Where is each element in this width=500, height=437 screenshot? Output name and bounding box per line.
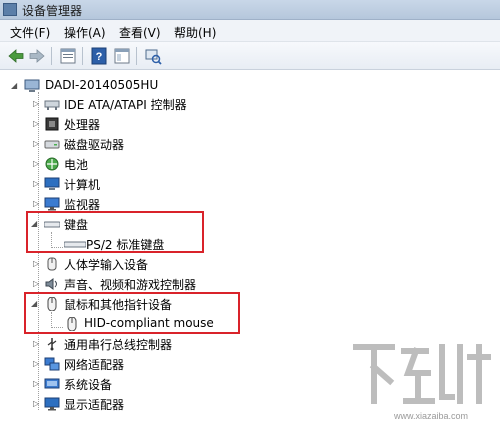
collapse-triangle-icon[interactable]: ◢: [11, 81, 19, 91]
disk-drive-icon: [44, 137, 60, 151]
expand-triangle-icon[interactable]: ▷: [33, 179, 41, 189]
tree-root-label: DADI-20140505HU: [45, 78, 159, 92]
properties-icon[interactable]: [58, 46, 78, 66]
tree-item-sound[interactable]: ▷ 声音、视频和游戏控制器: [0, 274, 240, 294]
expand-triangle-icon[interactable]: ▷: [33, 339, 41, 349]
highlight-box-keyboard: [26, 211, 204, 253]
help-icon[interactable]: ?: [89, 46, 109, 66]
menu-action[interactable]: 操作(A): [64, 24, 106, 41]
toolbar-separator: [82, 47, 83, 65]
tree-item-label: 人体学输入设备: [64, 258, 149, 272]
tree-item-network[interactable]: ▷ 网络适配器: [0, 354, 200, 374]
battery-icon: [44, 157, 60, 171]
tree-item-disk-drive[interactable]: ▷ 磁盘驱动器: [0, 134, 200, 154]
back-arrow-icon[interactable]: [6, 46, 26, 66]
tree-item-display[interactable]: ▷ 显示适配器: [0, 394, 200, 414]
tree-item-label: 声音、视频和游戏控制器: [64, 278, 197, 292]
ide-controller-icon: [44, 97, 60, 111]
toolbar-separator: [51, 47, 52, 65]
tree-item-processor[interactable]: ▷ 处理器: [0, 114, 200, 134]
window-title: 设备管理器: [22, 4, 83, 18]
display-adapter-icon: [44, 397, 60, 411]
console-icon[interactable]: [112, 46, 132, 66]
processor-icon: [44, 117, 60, 131]
tree-item-system[interactable]: ▷ 系统设备: [0, 374, 200, 394]
scan-hardware-icon[interactable]: [143, 46, 163, 66]
toolbar: ?: [0, 42, 500, 70]
expand-triangle-icon[interactable]: ▷: [33, 139, 41, 149]
tree-item-label: 网络适配器: [64, 358, 125, 372]
tree-item-label: 通用串行总线控制器: [64, 338, 173, 352]
expand-triangle-icon[interactable]: ▷: [33, 199, 41, 209]
system-device-icon: [44, 377, 60, 391]
menu-bar: 文件(F) 操作(A) 查看(V) 帮助(H): [0, 20, 500, 42]
tree-item-label: 系统设备: [64, 378, 113, 392]
computer-icon: [24, 79, 40, 93]
computer-icon: [44, 177, 60, 191]
hid-icon: [44, 257, 60, 271]
menu-file[interactable]: 文件(F): [10, 24, 50, 41]
title-bar: 设备管理器: [0, 0, 500, 20]
network-adapter-icon: [44, 357, 60, 371]
expand-triangle-icon[interactable]: ▷: [33, 119, 41, 129]
tree-item-battery[interactable]: ▷ 电池: [0, 154, 200, 174]
tree-item-label: 显示适配器: [64, 398, 125, 412]
speaker-icon: [44, 277, 60, 291]
watermark-logo: www.xiazaiba.com: [352, 337, 492, 427]
tree-item-label: 处理器: [64, 118, 101, 132]
tree-item-label: IDE ATA/ATAPI 控制器: [64, 98, 187, 112]
expand-triangle-icon[interactable]: ▷: [33, 259, 41, 269]
monitor-icon: [44, 197, 60, 211]
menu-view[interactable]: 查看(V): [119, 24, 161, 41]
toolbar-separator: [136, 47, 137, 65]
usb-icon: [44, 337, 60, 351]
device-manager-icon: [3, 3, 17, 16]
tree-root[interactable]: ◢ DADI-20140505HU: [0, 76, 200, 96]
tree-item-hid[interactable]: ▷ 人体学输入设备: [0, 254, 220, 274]
tree-item-computer[interactable]: ▷ 计算机: [0, 174, 200, 194]
tree-item-usb[interactable]: ▷ 通用串行总线控制器: [0, 334, 220, 354]
expand-triangle-icon[interactable]: ▷: [33, 359, 41, 369]
svg-text:?: ?: [96, 51, 103, 63]
watermark-url: www.xiazaiba.com: [394, 411, 469, 421]
forward-arrow-icon[interactable]: [27, 46, 47, 66]
expand-triangle-icon[interactable]: ▷: [33, 99, 41, 109]
xiazaiba-logo-icon: [353, 344, 491, 404]
device-tree: ◢ DADI-20140505HU ▷ IDE ATA/ATAPI 控制器 ▷ …: [0, 70, 500, 437]
highlight-box-mouse: [24, 292, 240, 334]
expand-triangle-icon[interactable]: ▷: [33, 399, 41, 409]
tree-item-label: 电池: [64, 158, 89, 172]
tree-item-label: 计算机: [64, 178, 101, 192]
tree-item-label: 磁盘驱动器: [64, 138, 125, 152]
expand-triangle-icon[interactable]: ▷: [33, 379, 41, 389]
expand-triangle-icon[interactable]: ▷: [33, 159, 41, 169]
tree-item-ide-controller[interactable]: ▷ IDE ATA/ATAPI 控制器: [0, 94, 220, 114]
expand-triangle-icon[interactable]: ▷: [33, 279, 41, 289]
menu-help[interactable]: 帮助(H): [174, 24, 216, 41]
